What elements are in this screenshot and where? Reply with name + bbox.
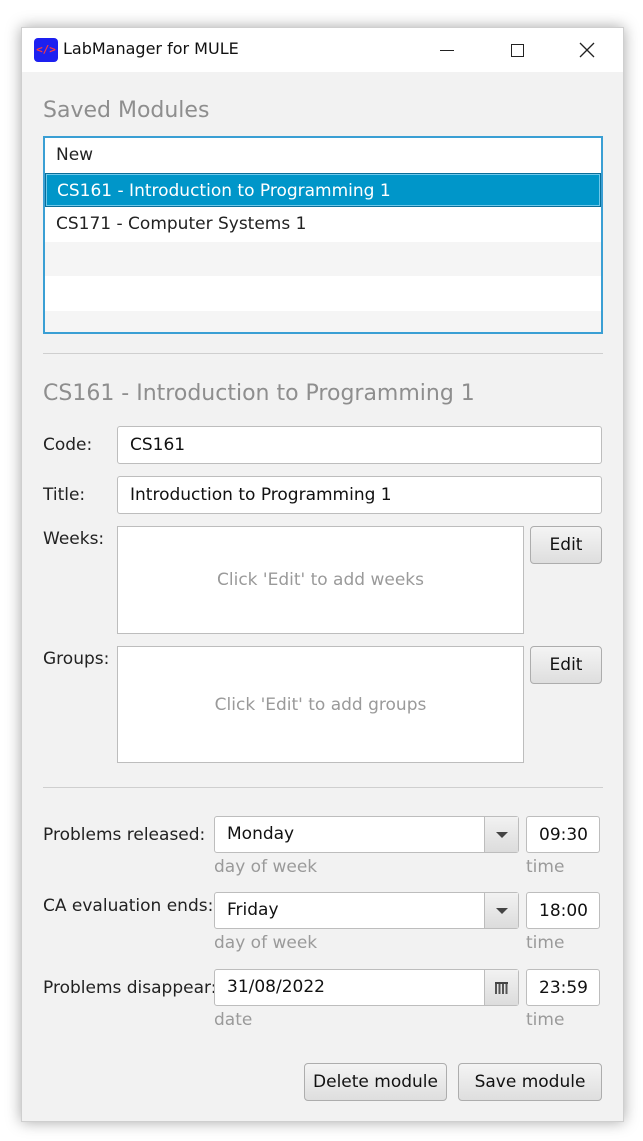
code-label: Code: xyxy=(43,435,93,455)
weeks-label: Weeks: xyxy=(43,529,105,549)
ca-ends-time-field[interactable]: 18:00 xyxy=(526,892,600,929)
app-logo-icon: </> xyxy=(34,38,58,62)
maximize-button[interactable] xyxy=(494,28,540,72)
delete-module-button[interactable]: Delete module xyxy=(304,1063,447,1101)
separator xyxy=(43,787,603,788)
ca-ends-day-value: Friday xyxy=(227,900,279,920)
empty-list-row xyxy=(45,241,601,276)
dropdown-arrow-button[interactable] xyxy=(484,817,518,852)
ca-evaluation-ends-label: CA evaluation ends: xyxy=(43,896,214,916)
disappear-date-value: 31/08/2022 xyxy=(227,977,325,997)
saved-modules-heading: Saved Modules xyxy=(43,98,210,123)
close-button[interactable] xyxy=(564,28,610,72)
weeks-box: Click 'Edit' to add weeks xyxy=(117,526,524,634)
date-hint: date xyxy=(214,1010,253,1030)
minimize-button[interactable] xyxy=(424,28,470,72)
day-of-week-hint: day of week xyxy=(214,857,318,877)
module-heading: CS161 - Introduction to Programming 1 xyxy=(43,381,475,406)
calendar-icon xyxy=(495,981,508,994)
chevron-down-icon xyxy=(495,831,508,838)
title-bar[interactable]: </> LabManager for MULE xyxy=(22,28,623,72)
minimize-icon xyxy=(440,49,454,51)
problems-released-label: Problems released: xyxy=(43,825,206,845)
list-item-cs161[interactable]: CS161 - Introduction to Programming 1 xyxy=(45,172,601,207)
ca-ends-day-select[interactable]: Friday xyxy=(214,892,519,929)
time-hint: time xyxy=(526,857,565,877)
released-day-select[interactable]: Monday xyxy=(214,816,519,853)
empty-list-row xyxy=(45,276,601,311)
edit-weeks-button[interactable]: Edit xyxy=(530,526,602,564)
saved-modules-list[interactable]: New CS161 - Introduction to Programming … xyxy=(43,136,603,334)
window-title: LabManager for MULE xyxy=(63,39,239,58)
maximize-icon xyxy=(510,43,524,57)
problems-disappear-label: Problems disappear: xyxy=(43,978,217,998)
time-hint: time xyxy=(526,1010,565,1030)
separator xyxy=(43,353,603,354)
list-item-cs171[interactable]: CS171 - Computer Systems 1 xyxy=(45,207,601,242)
groups-box: Click 'Edit' to add groups xyxy=(117,646,524,763)
title-label: Title: xyxy=(43,485,86,505)
disappear-time-field[interactable]: 23:59 xyxy=(526,969,600,1006)
groups-label: Groups: xyxy=(43,649,110,669)
dropdown-arrow-button[interactable] xyxy=(484,893,518,928)
empty-list-row xyxy=(45,310,601,332)
chevron-down-icon xyxy=(495,907,508,914)
day-of-week-hint: day of week xyxy=(214,933,318,953)
title-field[interactable]: Introduction to Programming 1 xyxy=(117,476,602,514)
close-icon xyxy=(579,42,595,58)
calendar-button[interactable] xyxy=(484,970,518,1005)
released-time-field[interactable]: 09:30 xyxy=(526,816,600,853)
app-window: </> LabManager for MULE Saved Modules Ne… xyxy=(21,27,624,1122)
disappear-date-picker[interactable]: 31/08/2022 xyxy=(214,969,519,1006)
code-field[interactable]: CS161 xyxy=(117,426,602,464)
released-day-value: Monday xyxy=(227,824,295,844)
edit-groups-button[interactable]: Edit xyxy=(530,646,602,684)
time-hint: time xyxy=(526,933,565,953)
list-item-new[interactable]: New xyxy=(45,138,601,173)
save-module-button[interactable]: Save module xyxy=(458,1063,602,1101)
